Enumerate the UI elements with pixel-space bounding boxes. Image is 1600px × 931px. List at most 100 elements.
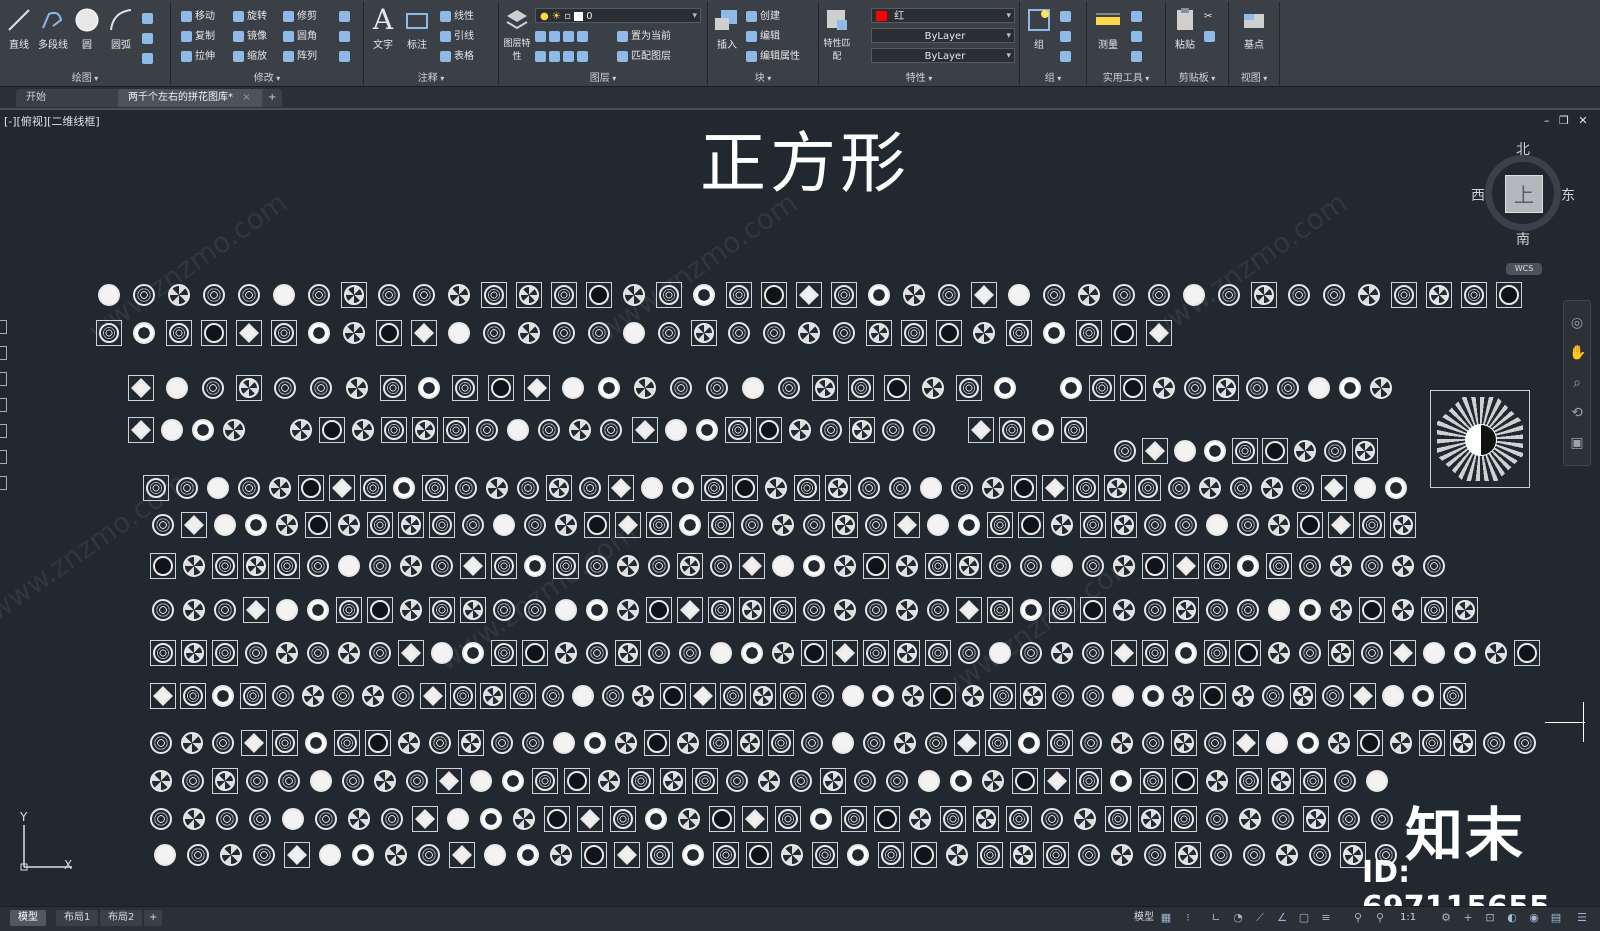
pattern-tile[interactable] [1266,553,1292,579]
pattern-tile[interactable] [1080,597,1106,623]
pattern-tile[interactable] [270,683,296,709]
pattern-tile[interactable] [1450,730,1476,756]
pattern-tile[interactable] [510,683,536,709]
pattern-tile[interactable] [887,475,913,501]
pattern-tile[interactable] [420,683,446,709]
pattern-tile[interactable] [644,730,670,756]
pattern-tile[interactable] [646,553,672,579]
pattern-tile[interactable] [985,730,1011,756]
pattern-tile[interactable] [181,512,207,538]
pattern-tile[interactable] [205,475,231,501]
pattern-tile[interactable] [940,806,966,832]
compass-west[interactable]: 西 [1471,185,1485,205]
pattern-tile[interactable] [944,842,970,868]
pattern-tile[interactable] [1204,640,1230,666]
tab-start[interactable]: 开始 [16,89,126,107]
close-tab-icon[interactable]: × [242,92,250,103]
pattern-tile[interactable] [540,683,566,709]
pattern-tile[interactable] [1514,640,1540,666]
pattern-tile[interactable] [1297,597,1323,623]
pattern-tile[interactable] [936,282,962,308]
pattern-tile[interactable] [1172,768,1198,794]
compass-east[interactable]: 东 [1561,185,1575,205]
line-button[interactable]: 直线 [2,6,36,51]
trim-button[interactable]: 修剪 [283,8,317,25]
pattern-tile[interactable] [987,553,1013,579]
pattern-tile[interactable] [856,475,882,501]
pattern-tile[interactable] [1332,768,1358,794]
pattern-tile[interactable] [832,553,858,579]
pattern-tile[interactable] [977,842,1003,868]
pattern-tile[interactable] [520,730,546,756]
panel-modify-label[interactable]: 修改 [171,69,363,84]
pattern-tile[interactable] [1388,730,1414,756]
quick-properties-icon[interactable]: ◐ [1506,912,1518,924]
pattern-tile[interactable] [460,512,486,538]
pattern-tile[interactable] [1337,375,1363,401]
util-button-2[interactable] [1131,28,1145,45]
pattern-tile[interactable] [656,320,682,346]
annotation-monitor-icon[interactable]: + [1462,912,1474,924]
pattern-tile[interactable] [1274,842,1300,868]
pattern-tile[interactable] [1481,730,1507,756]
pattern-tile[interactable] [677,640,703,666]
text-button[interactable]: A 文字 [366,6,400,52]
pattern-tile[interactable] [1050,683,1076,709]
pattern-tile[interactable] [732,475,758,501]
pattern-tile[interactable] [272,730,298,756]
pattern-tile[interactable] [1359,512,1385,538]
pattern-tile[interactable] [1356,282,1382,308]
layer-properties-button[interactable]: 图层特性 [501,6,533,62]
pattern-tile[interactable] [305,640,331,666]
pattern-tile[interactable] [1419,730,1445,756]
pattern-tile[interactable] [236,375,262,401]
pattern-tile[interactable] [1181,282,1207,308]
pattern-tile[interactable] [863,512,889,538]
paste-button[interactable]: 粘贴 [1168,6,1202,51]
panel-groups-label[interactable]: 组 [1020,69,1086,84]
pattern-tile[interactable] [491,640,517,666]
pattern-tile[interactable] [761,282,787,308]
pattern-tile[interactable] [980,768,1006,794]
pattern-tile[interactable] [1111,553,1137,579]
pattern-tile[interactable] [763,475,789,501]
pattern-tile[interactable] [1452,597,1478,623]
pattern-tile[interactable] [1241,842,1267,868]
pattern-tile[interactable] [863,597,889,623]
pattern-tile[interactable] [614,842,640,868]
pattern-tile[interactable] [305,553,331,579]
pattern-tile[interactable] [956,640,982,666]
pattern-tile[interactable] [1138,806,1164,832]
pattern-tile[interactable] [148,730,174,756]
pattern-tile[interactable] [863,640,889,666]
units-icon[interactable]: ⊡ [1484,912,1496,924]
pattern-tile[interactable] [874,806,900,832]
pattern-tile[interactable] [831,320,857,346]
pattern-tile[interactable] [200,375,226,401]
pattern-tile[interactable] [412,417,438,443]
pattern-tile[interactable] [794,475,820,501]
pattern-tile[interactable] [1172,438,1198,464]
pattern-tile[interactable] [210,730,236,756]
pattern-tile[interactable] [360,683,386,709]
pattern-tile[interactable] [1105,806,1131,832]
viewport-window-controls[interactable]: – ❐ ✕ [1544,114,1588,127]
pattern-tile[interactable] [1006,806,1032,832]
pattern-tile[interactable] [1328,553,1354,579]
pattern-tile[interactable] [1204,768,1230,794]
pattern-tile[interactable] [305,512,331,538]
pattern-tile[interactable] [396,730,422,756]
pattern-tile[interactable] [1297,553,1323,579]
pattern-tile[interactable] [920,375,946,401]
pattern-tile[interactable] [987,640,1013,666]
pattern-tile[interactable] [615,553,641,579]
pattern-tile[interactable] [1104,475,1130,501]
pattern-tile[interactable] [663,417,689,443]
pattern-tile[interactable] [1041,320,1067,346]
pattern-tile[interactable] [1208,842,1234,868]
pattern-tile[interactable] [630,683,656,709]
pattern-tile[interactable] [150,683,176,709]
copy-clip-button[interactable] [1204,28,1218,45]
pattern-tile[interactable] [1044,768,1070,794]
pattern-tile[interactable] [799,730,825,756]
